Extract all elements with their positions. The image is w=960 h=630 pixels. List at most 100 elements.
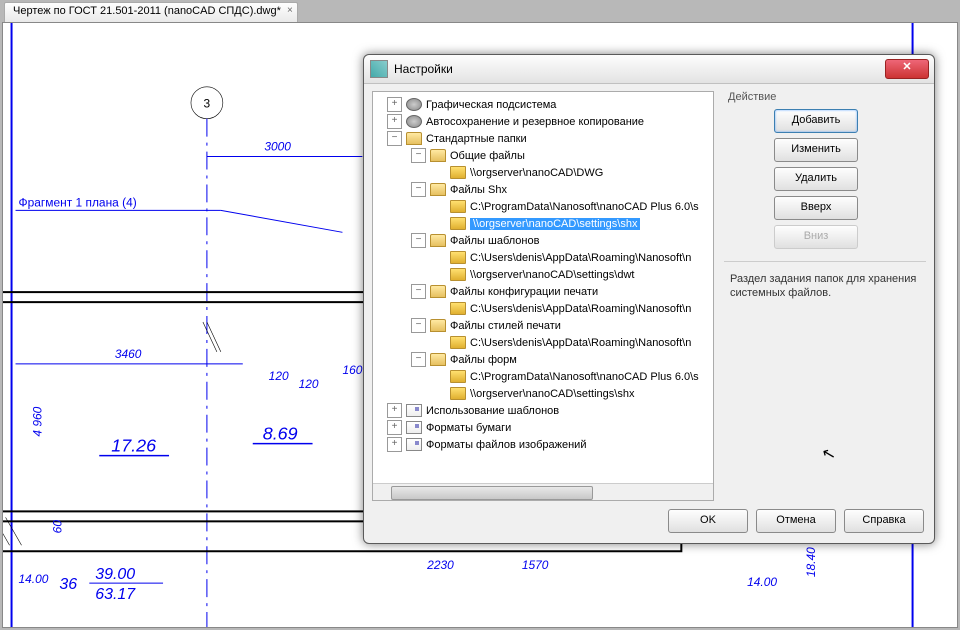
expand-icon[interactable]: + xyxy=(387,403,402,418)
collapse-icon[interactable]: − xyxy=(411,233,426,248)
svg-text:120: 120 xyxy=(269,369,289,383)
dialog-title-text: Настройки xyxy=(394,62,453,76)
folder-icon xyxy=(450,387,466,400)
panel-description: Раздел задания папок для хранения систем… xyxy=(724,272,926,300)
app-root: Чертеж по ГОСТ 21.501-2011 (nanoCAD СПДС… xyxy=(0,0,960,630)
tree-leaf[interactable]: \\orgserver\nanoCAD\settings\shx xyxy=(470,388,634,400)
svg-text:18.40: 18.40 xyxy=(804,547,818,577)
folder-icon xyxy=(450,251,466,264)
tree-leaf[interactable]: \\orgserver\nanoCAD\settings\dwt xyxy=(470,269,634,281)
tree-leaf[interactable]: C:\ProgramData\Nanosoft\nanoCAD Plus 6.0… xyxy=(470,201,699,213)
folder-open-icon xyxy=(406,132,422,145)
tree-node[interactable]: Файлы конфигурации печати xyxy=(450,286,598,298)
help-button[interactable]: Справка xyxy=(844,509,924,533)
folder-open-icon xyxy=(430,319,446,332)
ok-button[interactable]: OK xyxy=(668,509,748,533)
tree-leaf[interactable]: C:\Users\denis\AppData\Roaming\Nanosoft\… xyxy=(470,252,691,264)
tree-leaf[interactable]: C:\Users\denis\AppData\Roaming\Nanosoft\… xyxy=(470,337,691,349)
page-icon xyxy=(406,438,422,451)
folder-icon xyxy=(450,200,466,213)
svg-text:14.00: 14.00 xyxy=(747,575,777,589)
folder-icon xyxy=(450,217,466,230)
edit-button[interactable]: Изменить xyxy=(774,138,858,162)
gear-icon xyxy=(406,98,422,111)
svg-text:63.17: 63.17 xyxy=(95,586,136,603)
dialog-footer-buttons: OK Отмена Справка xyxy=(668,509,924,533)
folder-open-icon xyxy=(430,149,446,162)
dialog-app-icon xyxy=(370,60,388,78)
svg-text:14.00: 14.00 xyxy=(19,572,49,586)
expand-icon[interactable]: + xyxy=(387,97,402,112)
divider xyxy=(724,261,926,262)
tree-leaf[interactable]: C:\Users\denis\AppData\Roaming\Nanosoft\… xyxy=(470,303,691,315)
svg-text:17.26: 17.26 xyxy=(111,436,156,456)
collapse-icon[interactable]: − xyxy=(411,182,426,197)
folder-icon xyxy=(450,336,466,349)
add-button[interactable]: Добавить xyxy=(774,109,858,133)
svg-text:3: 3 xyxy=(204,97,211,111)
delete-button[interactable]: Удалить xyxy=(774,167,858,191)
svg-text:3000: 3000 xyxy=(264,140,291,154)
tree-leaf-selected[interactable]: \\orgserver\nanoCAD\settings\shx xyxy=(470,218,640,230)
dialog-close-button[interactable]: ✕ xyxy=(885,59,929,79)
tree-leaf[interactable]: C:\ProgramData\Nanosoft\nanoCAD Plus 6.0… xyxy=(470,371,699,383)
svg-text:3460: 3460 xyxy=(115,347,142,361)
folder-icon xyxy=(450,370,466,383)
dialog-titlebar[interactable]: Настройки ✕ xyxy=(364,55,934,84)
tree-node[interactable]: Стандартные папки xyxy=(426,133,527,145)
tree-node[interactable]: Автосохранение и резервное копирование xyxy=(426,116,644,128)
action-group-label: Действие xyxy=(728,91,926,103)
folder-open-icon xyxy=(430,353,446,366)
folder-icon xyxy=(450,268,466,281)
svg-text:120: 120 xyxy=(299,377,319,391)
tree-node[interactable]: Общие файлы xyxy=(450,150,525,162)
svg-text:160: 160 xyxy=(342,363,362,377)
tree-node[interactable]: Форматы бумаги xyxy=(426,422,511,434)
tree-leaf[interactable]: \\orgserver\nanoCAD\DWG xyxy=(470,167,603,179)
down-button[interactable]: Вниз xyxy=(774,225,858,249)
collapse-icon[interactable]: − xyxy=(387,131,402,146)
tree-node[interactable]: Использование шаблонов xyxy=(426,405,559,417)
scrollbar-thumb[interactable] xyxy=(391,486,593,500)
tree-node[interactable]: Файлы шаблонов xyxy=(450,235,539,247)
folder-open-icon xyxy=(430,183,446,196)
page-icon xyxy=(406,421,422,434)
tree-node[interactable]: Файлы форм xyxy=(450,354,517,366)
dialog-right-panel: Действие Добавить Изменить Удалить Вверх… xyxy=(724,91,926,501)
settings-tree-panel: + Графическая подсистема + Автосохранение … xyxy=(372,91,714,501)
svg-text:39.00: 39.00 xyxy=(95,566,135,583)
tree-node[interactable]: Форматы файлов изображений xyxy=(426,439,586,451)
svg-text:36: 36 xyxy=(59,576,77,593)
expand-icon[interactable]: + xyxy=(387,114,402,129)
expand-icon[interactable]: + xyxy=(387,437,402,452)
collapse-icon[interactable]: − xyxy=(411,284,426,299)
svg-text:4 960: 4 960 xyxy=(30,406,44,436)
svg-text:Фрагмент 1 плана (4): Фрагмент 1 плана (4) xyxy=(19,195,137,209)
settings-dialog: Настройки ✕ + Графическая подсистема + Авт… xyxy=(363,54,935,544)
collapse-icon[interactable]: − xyxy=(411,352,426,367)
svg-text:60: 60 xyxy=(50,520,64,534)
dialog-body: + Графическая подсистема + Автосохранение … xyxy=(372,91,926,501)
folder-icon xyxy=(450,166,466,179)
document-tab[interactable]: Чертеж по ГОСТ 21.501-2011 (nanoCAD СПДС… xyxy=(4,2,298,23)
tree-node[interactable]: Файлы стилей печати xyxy=(450,320,561,332)
document-tab-label: Чертеж по ГОСТ 21.501-2011 (nanoCAD СПДС… xyxy=(13,5,281,17)
tree-node[interactable]: Файлы Shx xyxy=(450,184,507,196)
tree-node[interactable]: Графическая подсистема xyxy=(426,99,556,111)
collapse-icon[interactable]: − xyxy=(411,318,426,333)
svg-text:8.69: 8.69 xyxy=(263,424,298,444)
cancel-button[interactable]: Отмена xyxy=(756,509,836,533)
tree-scrollbar-horizontal[interactable] xyxy=(373,483,713,500)
folder-open-icon xyxy=(430,285,446,298)
collapse-icon[interactable]: − xyxy=(411,148,426,163)
folder-open-icon xyxy=(430,234,446,247)
close-tab-icon[interactable]: × xyxy=(287,5,293,16)
page-icon xyxy=(406,404,422,417)
gear-icon xyxy=(406,115,422,128)
expand-icon[interactable]: + xyxy=(387,420,402,435)
svg-text:2230: 2230 xyxy=(426,558,454,572)
svg-text:1570: 1570 xyxy=(522,558,549,572)
folder-icon xyxy=(450,302,466,315)
up-button[interactable]: Вверх xyxy=(774,196,858,220)
settings-tree[interactable]: + Графическая подсистема + Автосохранение … xyxy=(373,92,713,457)
